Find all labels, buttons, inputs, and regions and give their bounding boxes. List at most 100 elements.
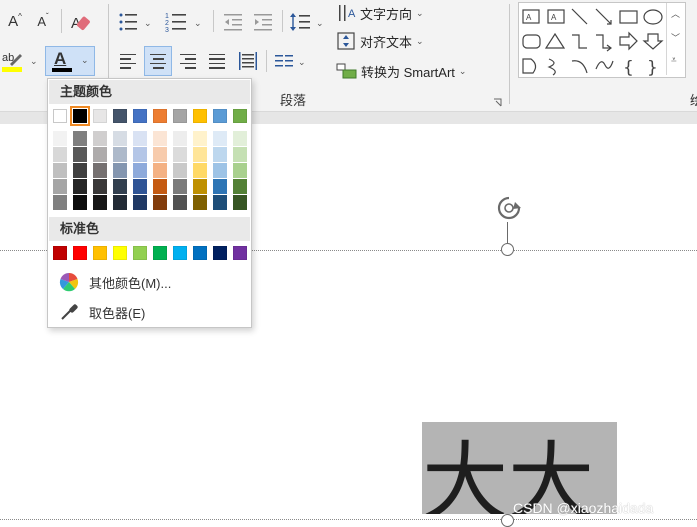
theme-shade-swatch[interactable] xyxy=(153,131,167,146)
resize-handle-top[interactable] xyxy=(501,243,514,256)
theme-color-swatch[interactable] xyxy=(153,109,167,123)
scroll-up-icon[interactable]: ︿ xyxy=(671,7,680,20)
standard-color-swatch[interactable] xyxy=(173,246,187,260)
numbering-button[interactable]: 1 2 3 ⌄ xyxy=(164,10,204,34)
shapes-gallery-scroll[interactable]: ︿ ﹀ ⩡ xyxy=(666,3,684,75)
more-colors-item[interactable]: 其他颜色(M)... xyxy=(49,268,250,296)
align-right-button[interactable] xyxy=(176,49,200,73)
theme-color-swatch[interactable] xyxy=(193,109,207,123)
theme-shade-swatch[interactable] xyxy=(133,163,147,178)
increase-indent-button[interactable] xyxy=(250,10,276,34)
standard-color-swatch[interactable] xyxy=(93,246,107,260)
columns-button[interactable]: ⌄ xyxy=(272,49,312,73)
clear-formatting-button[interactable]: A xyxy=(67,8,93,34)
theme-shade-swatch[interactable] xyxy=(133,131,147,146)
line-spacing-button[interactable]: ⌄ xyxy=(288,10,328,34)
standard-color-swatch[interactable] xyxy=(153,246,167,260)
standard-color-swatch[interactable] xyxy=(73,246,87,260)
theme-shade-swatch[interactable] xyxy=(173,195,187,210)
theme-shade-swatch[interactable] xyxy=(93,179,107,194)
theme-shade-swatch[interactable] xyxy=(113,131,127,146)
theme-shade-swatch[interactable] xyxy=(173,179,187,194)
standard-color-swatch[interactable] xyxy=(53,246,67,260)
theme-color-swatch[interactable] xyxy=(173,109,187,123)
theme-shade-swatch[interactable] xyxy=(133,179,147,194)
theme-shade-swatch[interactable] xyxy=(213,195,227,210)
theme-color-swatch[interactable] xyxy=(93,109,107,123)
standard-color-swatch[interactable] xyxy=(193,246,207,260)
theme-shade-swatch[interactable] xyxy=(73,131,87,146)
theme-shade-swatch[interactable] xyxy=(193,163,207,178)
theme-shade-swatch[interactable] xyxy=(213,179,227,194)
font-color-button[interactable]: A ⌄ xyxy=(45,46,95,76)
highlight-dropdown-arrow[interactable]: ⌄ xyxy=(30,56,38,67)
theme-shade-swatch[interactable] xyxy=(213,163,227,178)
theme-shade-swatch[interactable] xyxy=(73,147,87,162)
theme-shade-swatch[interactable] xyxy=(133,147,147,162)
align-left-button[interactable] xyxy=(116,49,140,73)
theme-shade-swatch[interactable] xyxy=(173,131,187,146)
theme-shade-swatch[interactable] xyxy=(153,163,167,178)
theme-shade-swatch[interactable] xyxy=(113,147,127,162)
theme-shade-swatch[interactable] xyxy=(53,179,67,194)
theme-shade-swatch[interactable] xyxy=(213,147,227,162)
shrink-font-button[interactable]: Aˇ xyxy=(32,8,54,34)
theme-shade-swatch[interactable] xyxy=(113,163,127,178)
eyedropper-item[interactable]: 取色器(E) xyxy=(49,298,250,326)
theme-color-swatch[interactable] xyxy=(113,109,127,123)
theme-shade-swatch[interactable] xyxy=(233,195,247,210)
align-text-button[interactable]: 对齐文本 ⌄ xyxy=(336,30,446,52)
theme-shade-swatch[interactable] xyxy=(73,163,87,178)
grow-font-button[interactable]: A ^ xyxy=(4,8,26,34)
theme-color-swatch[interactable] xyxy=(70,106,90,126)
theme-shade-swatch[interactable] xyxy=(153,147,167,162)
theme-color-swatch[interactable] xyxy=(213,109,227,123)
theme-shade-swatch[interactable] xyxy=(53,195,67,210)
theme-shade-swatch[interactable] xyxy=(153,179,167,194)
shapes-gallery[interactable]: A A { } xyxy=(518,2,686,78)
theme-shade-swatch[interactable] xyxy=(213,131,227,146)
align-center-button[interactable] xyxy=(144,46,172,76)
theme-shade-swatch[interactable] xyxy=(53,131,67,146)
theme-shade-swatch[interactable] xyxy=(233,163,247,178)
scroll-down-icon[interactable]: ﹀ xyxy=(671,31,680,44)
standard-color-swatch[interactable] xyxy=(113,246,127,260)
theme-shade-swatch[interactable] xyxy=(173,147,187,162)
theme-shade-swatch[interactable] xyxy=(93,131,107,146)
theme-shade-swatch[interactable] xyxy=(53,147,67,162)
theme-color-swatch[interactable] xyxy=(233,109,247,123)
theme-shade-swatch[interactable] xyxy=(113,195,127,210)
paragraph-dialog-launcher[interactable] xyxy=(493,95,503,107)
theme-shade-swatch[interactable] xyxy=(113,179,127,194)
theme-shade-swatch[interactable] xyxy=(233,179,247,194)
theme-shade-swatch[interactable] xyxy=(93,163,107,178)
theme-shade-swatch[interactable] xyxy=(193,147,207,162)
theme-shade-swatch[interactable] xyxy=(193,131,207,146)
text-direction-button[interactable]: A 文字方向 ⌄ xyxy=(336,2,446,24)
theme-shade-swatch[interactable] xyxy=(93,195,107,210)
theme-shade-swatch[interactable] xyxy=(173,163,187,178)
theme-shade-swatch[interactable] xyxy=(73,179,87,194)
theme-shade-swatch[interactable] xyxy=(53,163,67,178)
theme-shade-swatch[interactable] xyxy=(73,195,87,210)
theme-shade-swatch[interactable] xyxy=(233,131,247,146)
theme-shade-swatch[interactable] xyxy=(193,179,207,194)
theme-shade-swatch[interactable] xyxy=(93,147,107,162)
standard-color-swatch[interactable] xyxy=(233,246,247,260)
standard-color-swatch[interactable] xyxy=(213,246,227,260)
highlight-color-button[interactable]: ab xyxy=(0,46,28,76)
theme-shade-swatch[interactable] xyxy=(153,195,167,210)
decrease-indent-button[interactable] xyxy=(220,10,246,34)
standard-color-swatch[interactable] xyxy=(133,246,147,260)
bullets-button[interactable]: ⌄ xyxy=(116,10,156,34)
theme-shade-swatch[interactable] xyxy=(193,195,207,210)
theme-color-swatch[interactable] xyxy=(133,109,147,123)
distributed-button[interactable] xyxy=(236,49,260,73)
theme-shade-swatch[interactable] xyxy=(133,195,147,210)
gallery-expand-icon[interactable]: ⩡ xyxy=(671,55,677,66)
theme-color-swatch[interactable] xyxy=(53,109,67,123)
theme-shade-swatch[interactable] xyxy=(233,147,247,162)
convert-smartart-button[interactable]: 转换为 SmartArt ⌄ xyxy=(336,59,496,83)
justify-button[interactable] xyxy=(205,49,229,73)
rotate-handle[interactable] xyxy=(493,193,525,225)
